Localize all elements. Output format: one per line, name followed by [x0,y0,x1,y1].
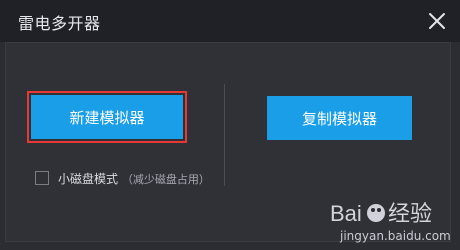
svg-text:Bai: Bai [330,201,362,226]
titlebar: 雷电多开器 [0,0,460,42]
small-disk-mode-label: 小磁盘模式 （减少磁盘占用） [58,170,230,189]
small-disk-mode-checkbox[interactable] [35,171,49,185]
multi-instance-manager-window: 雷电多开器 新建模拟器 复制模拟器 小磁盘模式 （减少磁盘占用） Bai 经验 … [0,0,460,250]
window-title: 雷电多开器 [18,14,101,33]
small-disk-mode-title: 小磁盘模式 [58,172,119,186]
watermark-url: jingyan.baidu.com [340,229,451,243]
baidu-experience-watermark: Bai 经验 jingyan.baidu.com [330,199,455,247]
baidu-logo-icon: Bai 经验 [330,201,432,226]
new-emulator-button[interactable]: 新建模拟器 [27,91,187,143]
copy-emulator-button[interactable]: 复制模拟器 [267,96,412,140]
close-icon [429,13,445,29]
small-disk-mode-note: （减少磁盘占用） [121,173,210,186]
svg-text:经验: 经验 [388,201,432,226]
close-button[interactable] [422,6,452,36]
